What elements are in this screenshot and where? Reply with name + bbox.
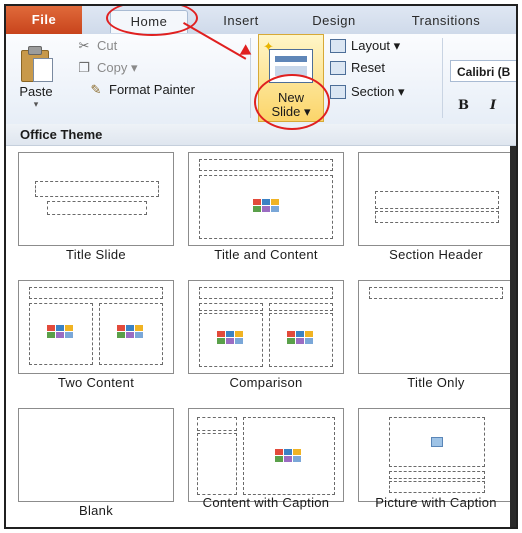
paintbrush-icon: ✎	[90, 82, 102, 97]
cut-label: Cut	[97, 38, 118, 53]
tab-design[interactable]: Design	[296, 10, 372, 32]
reset-icon	[330, 60, 346, 75]
chevron-down-icon: ▾	[33, 99, 39, 109]
layout-label-section-header: Section Header	[389, 247, 483, 262]
layout-thumb-title-only[interactable]	[358, 280, 514, 374]
clipboard-icon	[19, 44, 53, 82]
italic-button[interactable]: I	[490, 98, 496, 113]
layout-button[interactable]: Layout ▾	[330, 36, 400, 56]
tab-insert[interactable]: Insert	[206, 10, 276, 32]
tab-transitions[interactable]: Transitions	[394, 10, 498, 32]
format-painter-button[interactable]: ✎ Format Painter	[88, 80, 195, 100]
content-icons	[117, 325, 143, 339]
content-icons	[275, 449, 301, 463]
layout-label-title-only: Title Only	[407, 375, 465, 390]
layout-label-content-with-caption: Content with Caption	[202, 495, 330, 510]
layout-label-comparison: Comparison	[229, 375, 303, 390]
content-icons	[47, 325, 73, 339]
ribbon-tab-bar: File Home Insert Design Transitions	[6, 6, 516, 35]
layout-thumb-picture-with-caption[interactable]	[358, 408, 514, 502]
layout-thumb-title-slide[interactable]	[18, 152, 174, 246]
gallery-scrollbar[interactable]	[510, 146, 516, 527]
highlight-new-slide-annotation	[254, 74, 330, 130]
copy-icon: ❐	[78, 60, 90, 75]
section-button[interactable]: Section ▾	[330, 82, 405, 102]
paste-label: Paste	[19, 84, 53, 99]
gallery-header: Office Theme	[6, 124, 516, 146]
paste-button[interactable]: Paste ▾	[14, 44, 58, 109]
content-icons	[217, 331, 243, 345]
tab-file[interactable]: File	[6, 6, 82, 34]
layout-label: Layout ▾	[351, 38, 401, 53]
scissors-icon: ✂	[78, 38, 90, 53]
powerpoint-window: File Home Insert Design Transitions Past…	[4, 4, 518, 529]
bold-button[interactable]: B	[458, 98, 469, 113]
layout-thumb-section-header[interactable]	[358, 152, 514, 246]
layout-thumb-content-with-caption[interactable]	[188, 408, 344, 502]
section-label: Section ▾	[351, 84, 405, 99]
layout-thumb-comparison[interactable]	[188, 280, 344, 374]
layout-label-title-and-content: Title and Content	[214, 247, 318, 262]
chevron-down-icon: ▾	[130, 60, 138, 75]
layout-icon	[330, 38, 346, 53]
layout-thumb-blank[interactable]	[18, 408, 174, 502]
font-name-dropdown[interactable]: Calibri (B	[450, 60, 516, 82]
layout-gallery: Office Theme Title Slide Title and Conte…	[6, 124, 516, 527]
picture-icon	[431, 437, 443, 447]
layout-label-two-content: Two Content	[57, 375, 135, 390]
layout-thumb-two-content[interactable]	[18, 280, 174, 374]
group-divider	[442, 38, 443, 118]
layout-label-title-slide: Title Slide	[66, 247, 126, 262]
content-icons	[287, 331, 313, 345]
copy-label: Copy	[97, 60, 128, 75]
sparkle-icon: ✦	[263, 39, 274, 54]
layout-label-picture-with-caption: Picture with Caption	[375, 495, 497, 510]
reset-button[interactable]: Reset	[330, 58, 385, 78]
format-painter-label: Format Painter	[109, 82, 195, 97]
reset-label: Reset	[351, 60, 385, 75]
cut-button[interactable]: ✂ Cut	[76, 36, 118, 56]
layout-label-blank: Blank	[78, 503, 114, 518]
layout-thumb-title-and-content[interactable]	[188, 152, 344, 246]
copy-button[interactable]: ❐ Copy ▾	[76, 58, 138, 78]
section-icon	[330, 84, 346, 99]
content-icons	[253, 199, 279, 213]
